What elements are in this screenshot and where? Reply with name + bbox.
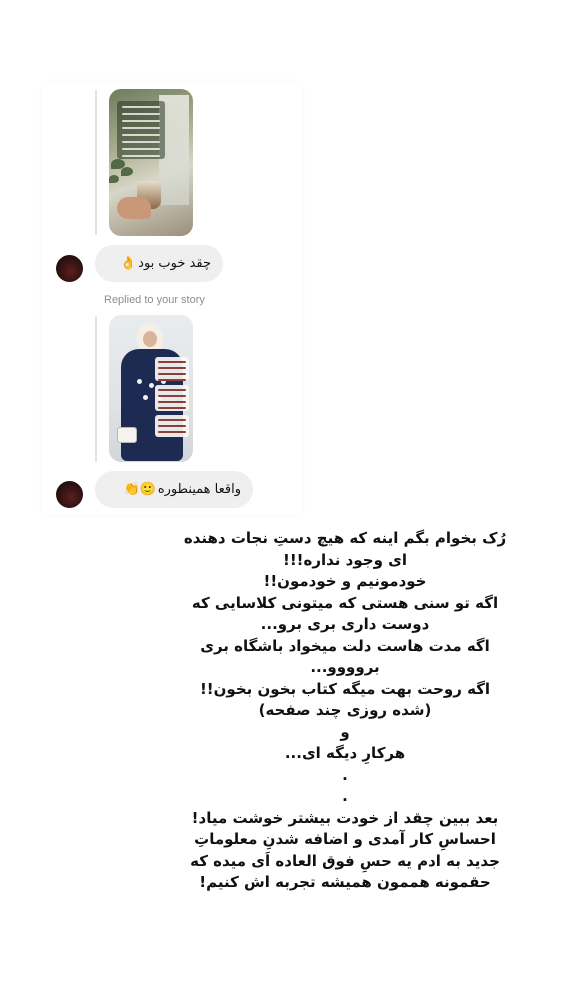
face-image [143,331,157,347]
avatar[interactable] [56,481,83,508]
handbag-image [117,427,137,443]
story-text-overlay [117,101,165,159]
message-bubble[interactable]: چقد خوب بود 👌 [95,245,223,282]
caption-line: . [342,765,348,784]
caption-line: دوست داری بری برو... [260,615,430,633]
message-text: چقد خوب بود [138,256,211,271]
caption-line: بروووو... [310,658,380,676]
hand-image [117,197,151,219]
caption-line: (شده روزی چند صفحه) [258,701,432,719]
story-text-overlay [155,357,189,381]
smile-clap-emoji: 🙂👏 [123,482,156,497]
story-thumbnail-dress[interactable] [109,315,193,462]
story-reply-line [95,90,97,235]
caption-line: اگه تو سنی هستی که میتونی کلاسایی که [191,593,499,612]
caption-line: اگه مدت هاست دلت میخواد باشگاه بری [200,636,490,655]
leaf-shape [109,175,119,183]
avatar[interactable] [56,255,83,282]
story-caption: رُک بخوام بگم اینه که هیچ دستِ نجات دهند… [170,528,520,894]
caption-line: بعد ببین چقد از خودت بیشتر خوشت میاد! [191,808,499,827]
caption-line: خودمونیم و خودمون!! [263,572,427,590]
ok-hand-emoji: 👌 [119,256,137,271]
story-reply-line [95,316,97,462]
story-text-overlay [155,385,189,411]
caption-line: رُک بخوام بگم اینه که هیچ دستِ نجات دهند… [183,529,507,547]
caption-line: هرکارِ دیگه ای... [284,744,406,762]
story-thumbnail-plants[interactable] [109,89,193,236]
message-text: واقعا همینطوره [157,482,241,497]
leaf-shape [121,167,133,176]
message-bubble[interactable]: واقعا همینطوره 🙂👏 [95,471,253,508]
replied-to-story-label: Replied to your story [104,294,205,306]
caption-line: احساسِ کار آمدی و اضافه شدنِ معلوماتِ [194,830,496,848]
caption-line: حقمونه هممون همیشه تجربه اش کنیم! [199,873,491,891]
caption-line: و [340,722,350,741]
caption-line: ای وجود نداره!!! [282,550,408,569]
caption-line: اگه روحت بهت میگه کتاب بخون بخون!! [199,679,491,698]
story-text-overlay [155,415,189,437]
caption-line: . [342,787,348,805]
caption-line: جدید به ادم یه حسِ فوق العاده اَی میده ک… [190,851,500,870]
